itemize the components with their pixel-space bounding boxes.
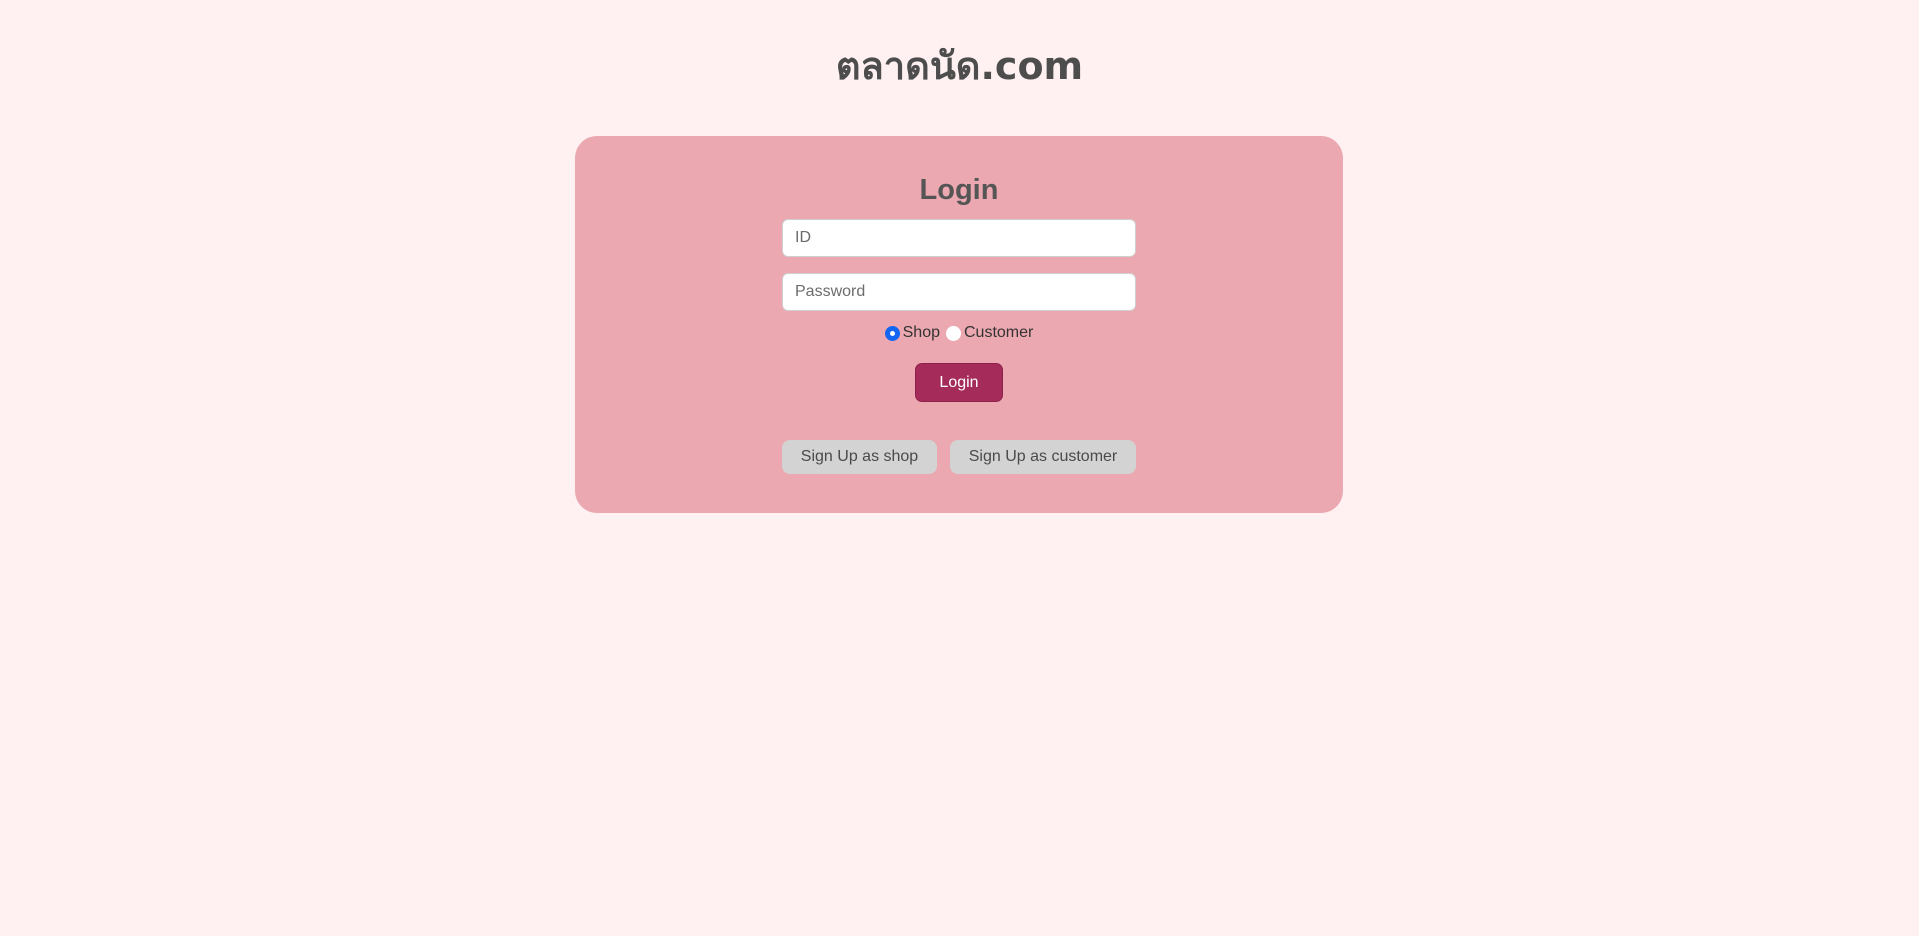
role-selector: Shop Customer (575, 321, 1343, 345)
signup-shop-button[interactable]: Sign Up as shop (782, 440, 937, 474)
shop-radio-label[interactable]: Shop (903, 324, 940, 342)
customer-radio-label[interactable]: Customer (964, 324, 1033, 342)
login-card: Login Shop Customer Login Sign Up as sho… (575, 136, 1343, 513)
shop-radio[interactable] (884, 325, 900, 341)
login-button[interactable]: Login (915, 363, 1003, 402)
signup-customer-button[interactable]: Sign Up as customer (950, 440, 1136, 474)
password-input[interactable] (782, 273, 1136, 311)
site-title: ตลาดนัด.com (835, 44, 1084, 88)
customer-radio[interactable] (946, 325, 961, 341)
login-heading: Login (919, 174, 999, 206)
id-input[interactable] (782, 219, 1136, 257)
